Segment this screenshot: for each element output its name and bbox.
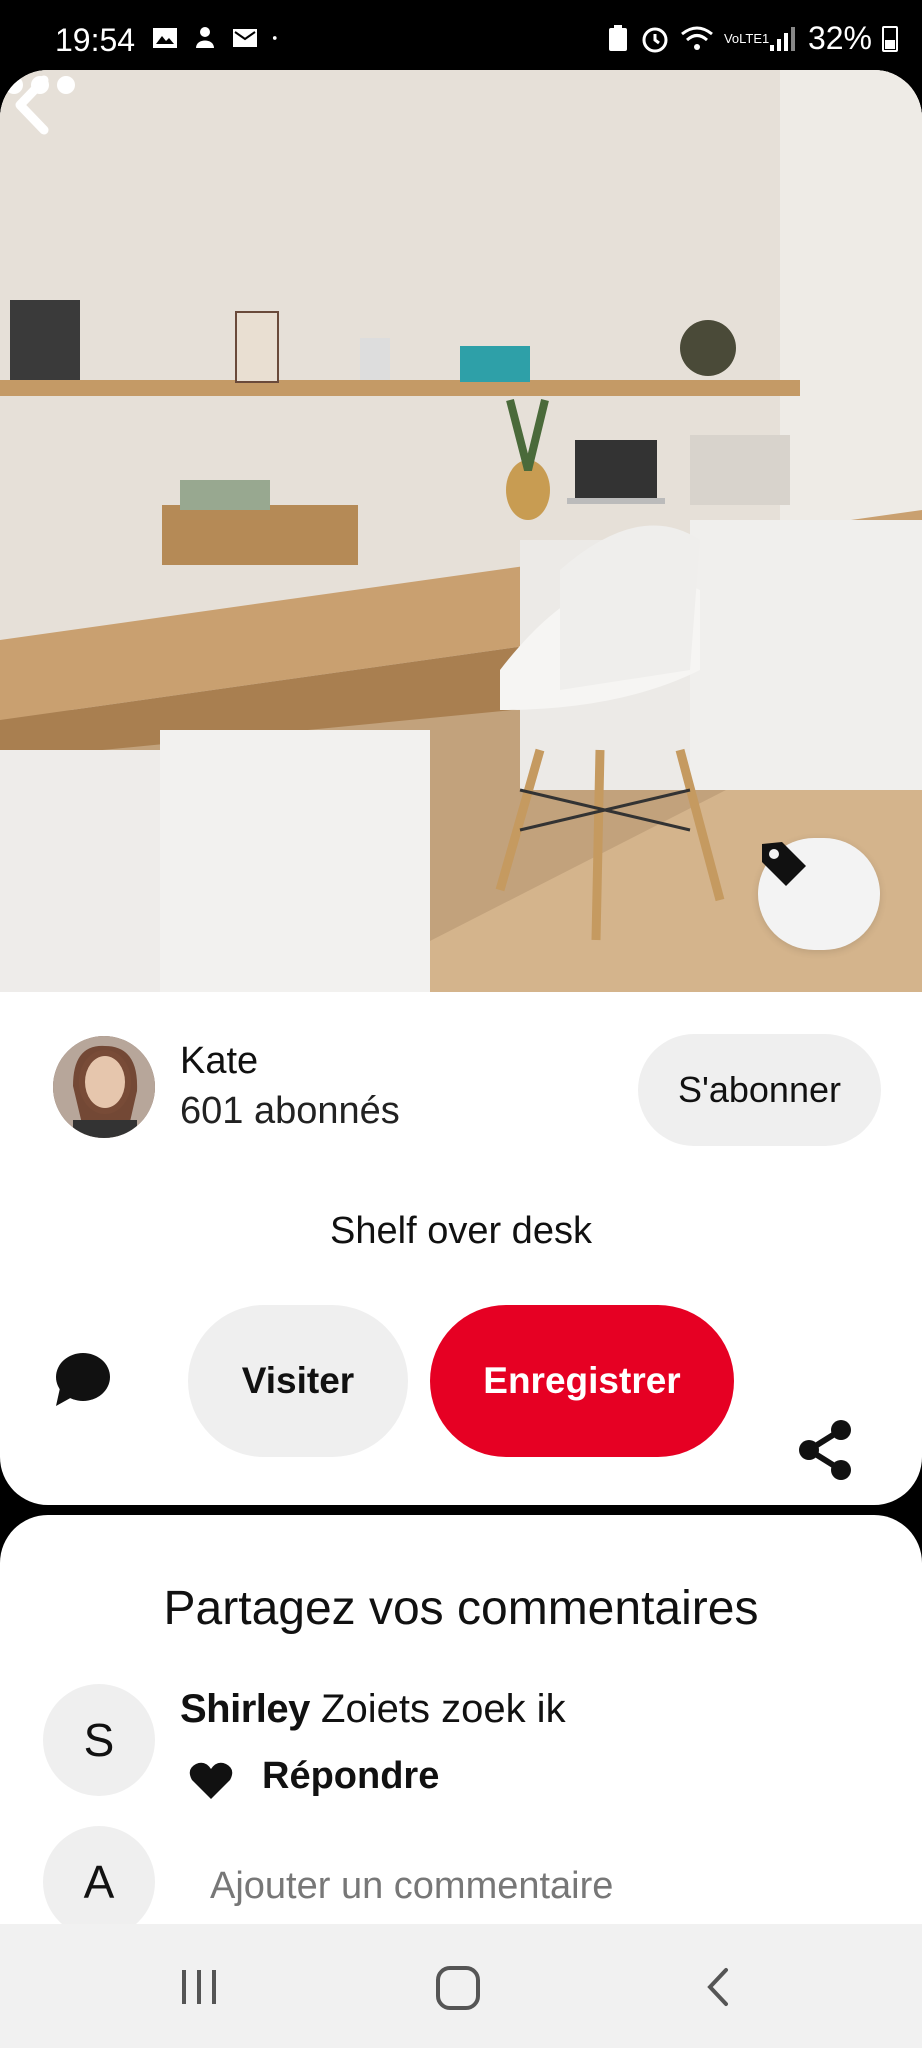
tag-icon [762,842,806,886]
wifi-icon [681,26,713,50]
battery-percent: 32% [807,20,872,56]
more-icon[interactable] [0,70,80,100]
network-label: VoLTE1 [723,31,770,46]
heart-icon[interactable] [188,1761,234,1801]
app-notification-icon [196,27,214,48]
creator-name[interactable]: Kate [180,1040,258,1083]
follow-button[interactable]: S'abonner [638,1034,881,1146]
share-icon[interactable] [795,1418,855,1482]
comment-bubble-icon[interactable] [52,1350,112,1410]
notification-icons [152,26,284,50]
battery-saver-icon [608,24,627,51]
visit-button[interactable]: Visiter [188,1305,408,1457]
nav-back-icon[interactable] [696,1964,742,2010]
save-button[interactable]: Enregistrer [430,1305,734,1457]
pin-title: Shelf over desk [330,1210,592,1252]
email-icon [233,29,257,47]
comment-body: Zoiets zoek ik [321,1687,566,1731]
commenter-avatar[interactable]: S [43,1684,155,1796]
creator-avatar[interactable] [53,1036,155,1138]
gallery-icon [153,28,177,48]
creator-followers: 601 abonnés [180,1090,400,1132]
reply-button[interactable]: Répondre [262,1755,439,1798]
status-bar: 19:54 VoLTE1 32% [0,0,922,72]
home-icon[interactable] [436,1966,480,2010]
user-avatar: A [43,1826,155,1938]
recent-apps-icon[interactable] [176,1964,222,2010]
comment-text: Shirley Zoiets zoek ik [180,1687,566,1732]
status-right: VoLTE1 32% [606,20,898,57]
alarm-icon [642,27,668,52]
signal-icon [769,26,795,51]
status-time: 19:54 [55,22,136,58]
dot-icon [272,36,277,40]
system-nav-bar [0,1924,922,2048]
avatar-image [53,1036,155,1138]
tag-button[interactable] [758,838,880,950]
comments-sheet: Partagez vos commentaires S Shirley Zoie… [0,1515,922,1945]
comments-heading: Partagez vos commentaires [163,1582,759,1635]
pin-card: Kate 601 abonnés S'abonner Shelf over de… [0,70,922,1505]
pin-image[interactable] [0,70,922,992]
add-comment-input[interactable]: Ajouter un commentaire [210,1865,613,1908]
comment-author[interactable]: Shirley [180,1687,310,1731]
battery-icon [882,25,898,52]
